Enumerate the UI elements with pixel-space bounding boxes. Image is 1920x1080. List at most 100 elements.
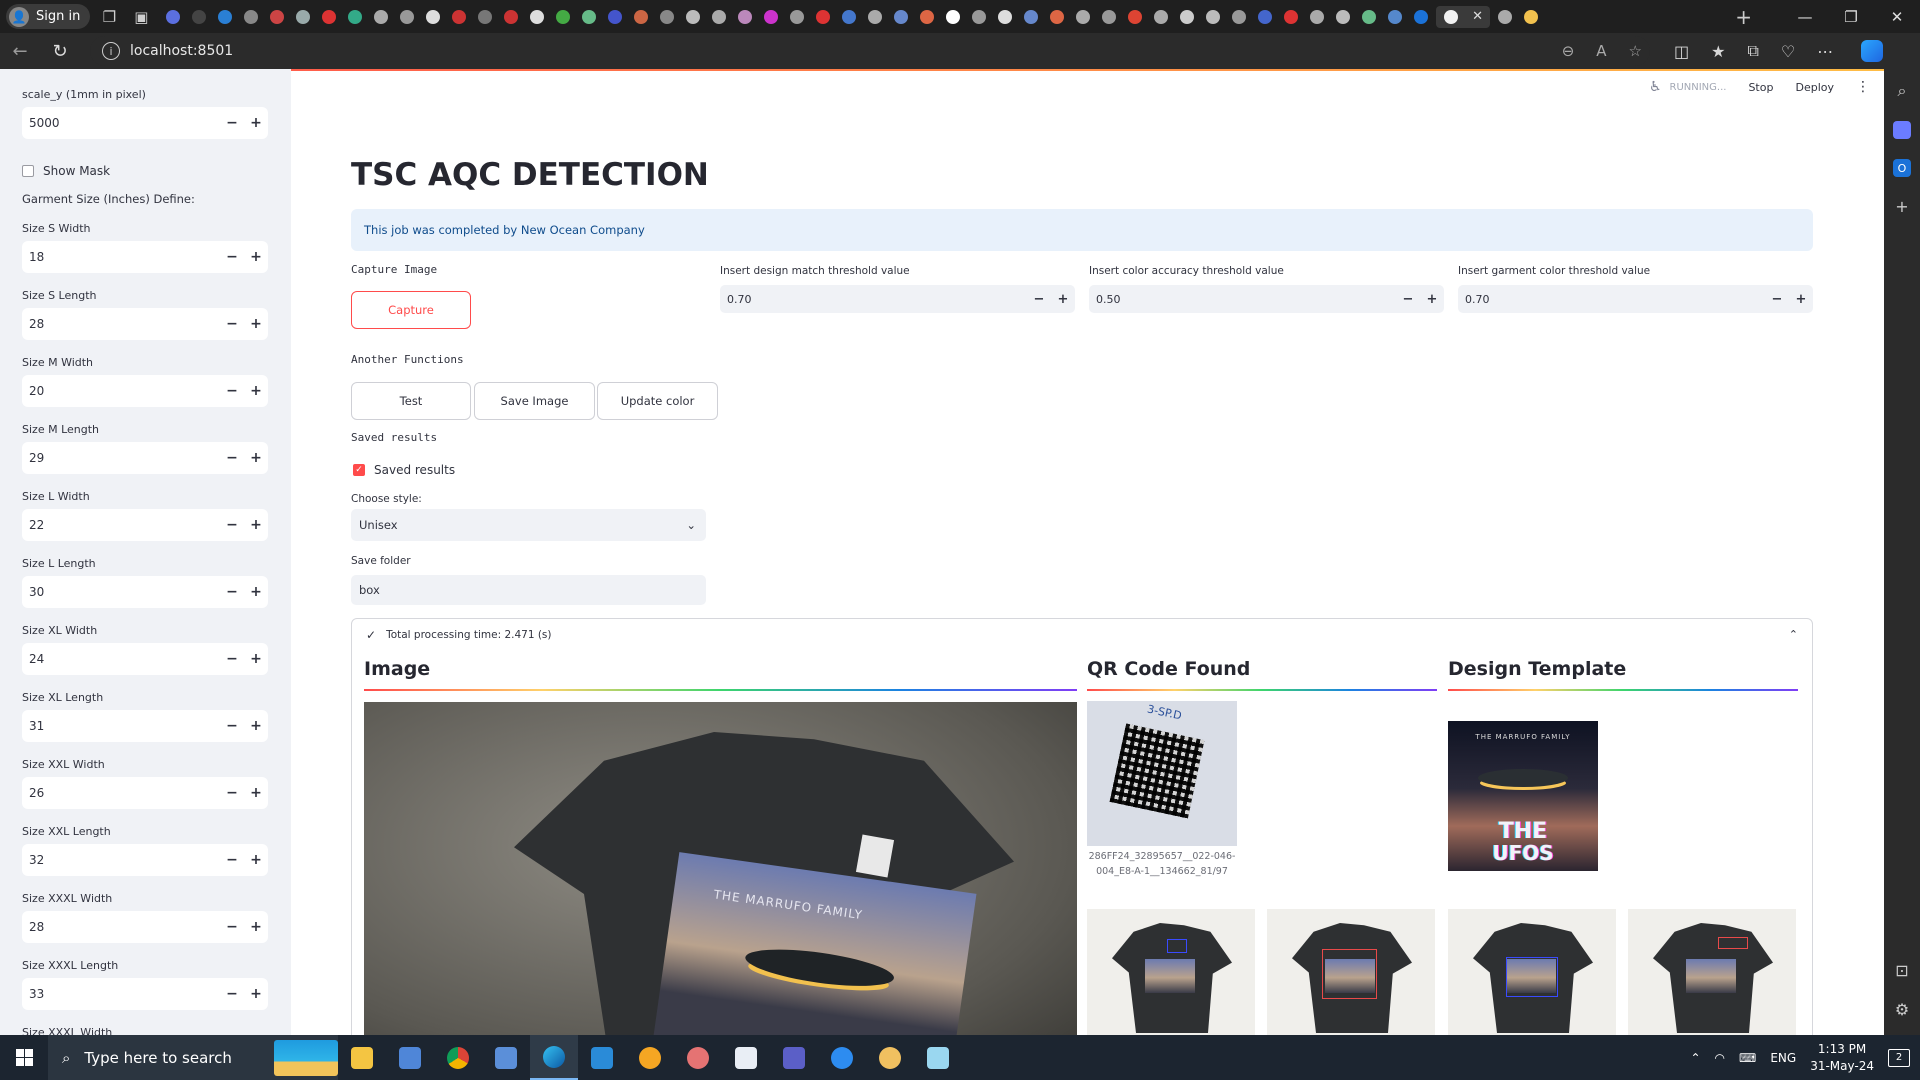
start-button[interactable]: [0, 1035, 48, 1080]
browser-tab-favicon-icon[interactable]: [1410, 6, 1432, 28]
scale-y-input[interactable]: 5000 − +: [22, 107, 268, 139]
show-mask-checkbox[interactable]: Show Mask: [22, 161, 268, 181]
stop-button[interactable]: Stop: [1748, 81, 1773, 94]
size-number-input[interactable]: 26 − +: [22, 777, 268, 809]
decrement-button[interactable]: −: [220, 383, 244, 399]
new-tab-button[interactable]: +: [1735, 5, 1752, 29]
test-button[interactable]: Test: [351, 382, 471, 420]
chrome-icon[interactable]: [434, 1035, 482, 1080]
size-number-input[interactable]: 22 − +: [22, 509, 268, 541]
app-icon[interactable]: [674, 1035, 722, 1080]
screenshot-icon[interactable]: ⊡: [1895, 961, 1908, 980]
paint-icon[interactable]: [866, 1035, 914, 1080]
browser-tab-favicon-icon[interactable]: [682, 6, 704, 28]
edge-icon[interactable]: [530, 1035, 578, 1080]
chevron-up-icon[interactable]: ⌃: [1690, 1051, 1700, 1065]
save-image-button[interactable]: Save Image: [474, 382, 595, 420]
favorites-icon[interactable]: ★: [1711, 42, 1725, 61]
home-assistant-icon[interactable]: [626, 1035, 674, 1080]
browser-tab-favicon-icon[interactable]: [1046, 6, 1068, 28]
browser-tab-favicon-icon[interactable]: [500, 6, 522, 28]
browser-tab-favicon-icon[interactable]: [526, 6, 548, 28]
app-icon[interactable]: [914, 1035, 962, 1080]
browser-tab-favicon-icon[interactable]: [1520, 6, 1542, 28]
read-aloud-icon[interactable]: A: [1596, 42, 1606, 60]
browser-tab-favicon-icon[interactable]: [1494, 6, 1516, 28]
tab-actions-icon[interactable]: ▣: [128, 4, 154, 30]
browser-tab-favicon-icon[interactable]: [968, 6, 990, 28]
capture-button[interactable]: Capture: [351, 291, 471, 329]
language-indicator[interactable]: ENG: [1770, 1051, 1796, 1065]
settings-gear-icon[interactable]: ⚙: [1895, 1000, 1909, 1019]
browser-tab-favicon-icon[interactable]: [266, 6, 288, 28]
browser-tab-favicon-icon[interactable]: [1332, 6, 1354, 28]
app-icon[interactable]: [818, 1035, 866, 1080]
browser-tab-favicon-icon[interactable]: [474, 6, 496, 28]
chevron-up-icon[interactable]: ⌃: [1789, 628, 1798, 641]
copilot-icon[interactable]: [1861, 40, 1884, 62]
close-window-button[interactable]: ✕: [1874, 0, 1920, 33]
browser-tab-favicon-icon[interactable]: [1280, 6, 1302, 28]
search-icon[interactable]: ⌕: [1898, 81, 1907, 101]
notifications-icon[interactable]: 2: [1888, 1048, 1910, 1067]
size-number-input[interactable]: 28 − +: [22, 308, 268, 340]
vscode-icon[interactable]: [578, 1035, 626, 1080]
increment-button[interactable]: +: [1420, 292, 1444, 307]
decrement-button[interactable]: −: [220, 852, 244, 868]
size-number-input[interactable]: 33 − +: [22, 978, 268, 1010]
decrement-button[interactable]: −: [220, 919, 244, 935]
size-number-input[interactable]: 24 − +: [22, 643, 268, 675]
browser-tab-favicon-icon[interactable]: [344, 6, 366, 28]
size-number-input[interactable]: 30 − +: [22, 576, 268, 608]
increment-button[interactable]: +: [244, 852, 268, 868]
browser-tab-favicon-icon[interactable]: [422, 6, 444, 28]
threshold-input[interactable]: 0.70 − +: [720, 285, 1075, 313]
increment-button[interactable]: +: [244, 383, 268, 399]
zoom-icon[interactable]: ⊖: [1562, 42, 1575, 60]
decrement-button[interactable]: −: [220, 450, 244, 466]
threshold-input[interactable]: 0.50 − +: [1089, 285, 1444, 313]
reload-button[interactable]: ↻: [40, 41, 80, 62]
browser-tab-favicon-icon[interactable]: [396, 6, 418, 28]
browser-tab-favicon-icon[interactable]: [1150, 6, 1172, 28]
add-icon[interactable]: +: [1895, 197, 1908, 216]
size-number-input[interactable]: 18 − +: [22, 241, 268, 273]
browser-tab-favicon-icon[interactable]: [448, 6, 470, 28]
favorite-star-icon[interactable]: ☆: [1629, 42, 1642, 60]
app-icon[interactable]: [722, 1035, 770, 1080]
browser-tab-favicon-icon[interactable]: [812, 6, 834, 28]
wifi-icon[interactable]: ◠: [1715, 1051, 1725, 1065]
browser-tab-favicon-icon[interactable]: [1124, 6, 1146, 28]
increment-button[interactable]: +: [244, 450, 268, 466]
save-folder-input[interactable]: box: [351, 575, 706, 605]
browser-tab-favicon-icon[interactable]: [1072, 6, 1094, 28]
expander-header[interactable]: ✓ Total processing time: 2.471 (s): [366, 628, 552, 642]
browser-tab-favicon-icon[interactable]: [552, 6, 574, 28]
copilot-sidebar-icon[interactable]: [1893, 121, 1911, 139]
clock[interactable]: 1:13 PM 31-May-24: [1810, 1041, 1874, 1075]
decrement-button[interactable]: −: [220, 584, 244, 600]
decrement-button[interactable]: −: [220, 986, 244, 1002]
increment-button[interactable]: +: [244, 718, 268, 734]
browser-tab-favicon-icon[interactable]: [318, 6, 340, 28]
back-button[interactable]: ←: [0, 41, 40, 62]
teams-icon[interactable]: [770, 1035, 818, 1080]
store-icon[interactable]: [386, 1035, 434, 1080]
checkbox-checked-icon[interactable]: ✓: [353, 464, 365, 476]
restore-button[interactable]: ❐: [1828, 0, 1874, 33]
browser-tab-favicon-icon[interactable]: [760, 6, 782, 28]
size-number-input[interactable]: 32 − +: [22, 844, 268, 876]
saved-results-checkbox[interactable]: ✓ Saved results: [353, 460, 455, 480]
size-number-input[interactable]: 29 − +: [22, 442, 268, 474]
size-number-input[interactable]: 28 − +: [22, 911, 268, 943]
browser-tab-favicon-icon[interactable]: [1358, 6, 1380, 28]
increment-button[interactable]: +: [1789, 292, 1813, 307]
browser-tab-favicon-icon[interactable]: [240, 6, 262, 28]
browser-tab-favicon-icon[interactable]: [1254, 6, 1276, 28]
browser-tab-favicon-icon[interactable]: [734, 6, 756, 28]
size-number-input[interactable]: 31 − +: [22, 710, 268, 742]
collections-icon[interactable]: ⧉: [1747, 41, 1758, 61]
increment-button[interactable]: +: [244, 986, 268, 1002]
keyboard-icon[interactable]: ⌨: [1739, 1051, 1756, 1065]
more-menu-icon[interactable]: ⋯: [1817, 42, 1833, 61]
